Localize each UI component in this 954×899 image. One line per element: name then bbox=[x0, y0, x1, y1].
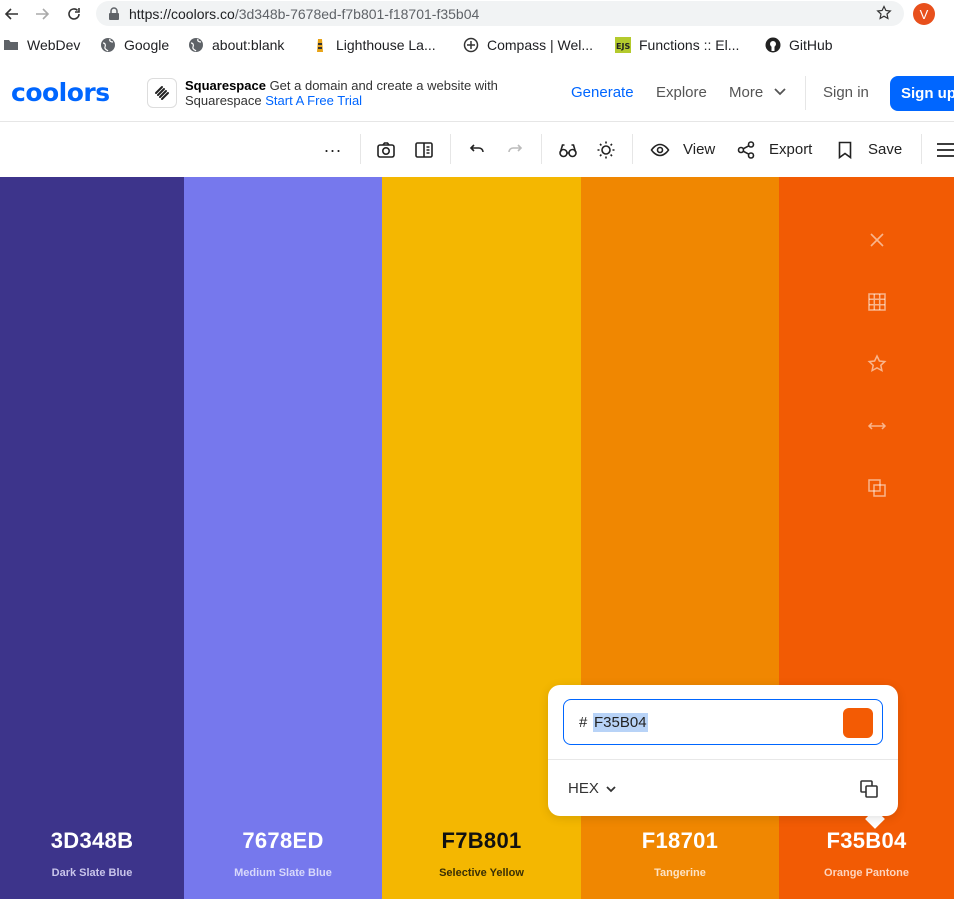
browser-toolbar: https://coolors.co/3d348b-7678ed-f7b801-… bbox=[0, 0, 954, 28]
nav-more[interactable]: More bbox=[729, 84, 787, 101]
svg-text:EJS: EJS bbox=[616, 42, 630, 51]
ad-text[interactable]: Squarespace Get a domain and create a we… bbox=[185, 78, 498, 108]
folder-icon bbox=[4, 40, 18, 50]
globe-icon bbox=[101, 38, 115, 52]
bookmark-ejs[interactable]: EJS Functions :: El... bbox=[615, 37, 739, 53]
copy-icon[interactable] bbox=[859, 779, 879, 799]
camera-icon[interactable] bbox=[376, 140, 396, 160]
palette-toolbar: ... View Export Save bbox=[0, 122, 954, 177]
ejs-icon: EJS bbox=[615, 37, 631, 53]
url-text: https://coolors.co/3d348b-7678ed-f7b801-… bbox=[129, 5, 480, 22]
color-name[interactable]: Tangerine bbox=[581, 867, 779, 879]
back-icon[interactable] bbox=[2, 4, 22, 24]
bookmark-lighthouse[interactable]: Lighthouse La... bbox=[312, 37, 436, 53]
bookmark-compass[interactable]: Compass | Wel... bbox=[463, 37, 593, 53]
compass-icon bbox=[463, 37, 479, 53]
color-name[interactable]: Selective Yellow bbox=[382, 867, 581, 879]
chevron-down-icon bbox=[606, 785, 616, 792]
color-mode-label: HEX bbox=[568, 780, 599, 797]
toolbar-divider bbox=[632, 134, 633, 164]
address-bar[interactable]: https://coolors.co/3d348b-7678ed-f7b801-… bbox=[96, 1, 904, 26]
color-name[interactable]: Dark Slate Blue bbox=[0, 867, 184, 879]
picker-divider bbox=[548, 759, 898, 760]
color-picker-popup: # F35B04 HEX bbox=[548, 685, 898, 816]
ad-cta-link[interactable]: Start A Free Trial bbox=[265, 93, 362, 108]
bookmark-about-blank[interactable]: about:blank bbox=[188, 37, 284, 53]
color-hex[interactable]: 3D348B bbox=[0, 828, 184, 854]
bookmark-webdev[interactable]: WebDev bbox=[3, 37, 80, 53]
close-icon[interactable] bbox=[867, 230, 891, 254]
eye-icon[interactable] bbox=[650, 140, 670, 160]
sun-icon[interactable] bbox=[596, 140, 616, 160]
color-hex[interactable]: 7678ED bbox=[184, 828, 382, 854]
profile-avatar[interactable]: V bbox=[913, 3, 935, 25]
lock-icon bbox=[109, 6, 119, 20]
lighthouse-icon bbox=[317, 39, 323, 52]
color-swatch[interactable]: 7678ED Medium Slate Blue bbox=[184, 177, 382, 899]
color-hex[interactable]: F7B801 bbox=[382, 828, 581, 854]
copy-icon[interactable] bbox=[867, 478, 891, 502]
toolbar-divider bbox=[541, 134, 542, 164]
grid-icon[interactable] bbox=[867, 292, 891, 316]
color-name[interactable]: Orange Pantone bbox=[779, 867, 954, 879]
bookmarks-bar: WebDev Google about:blank Lighthouse La.… bbox=[0, 33, 954, 59]
toolbar-divider bbox=[921, 134, 922, 164]
chevron-down-icon bbox=[774, 88, 786, 96]
bookmark-github[interactable]: GitHub bbox=[765, 37, 833, 53]
site-header: coolors Squarespace Get a domain and cre… bbox=[0, 64, 954, 122]
toolbar-divider bbox=[360, 134, 361, 164]
drag-arrows-icon[interactable] bbox=[867, 416, 891, 440]
view-panel-icon[interactable] bbox=[414, 140, 434, 160]
export-button[interactable]: Export bbox=[769, 141, 812, 158]
forward-icon[interactable] bbox=[32, 4, 52, 24]
nav-generate[interactable]: Generate bbox=[571, 84, 634, 101]
color-hex[interactable]: F18701 bbox=[581, 828, 779, 854]
bookmark-google[interactable]: Google bbox=[100, 37, 169, 53]
github-icon bbox=[765, 37, 781, 53]
bookmark-star-icon[interactable] bbox=[876, 5, 892, 21]
coolors-logo[interactable]: coolors bbox=[11, 80, 110, 105]
color-mode-select[interactable]: HEX bbox=[568, 780, 617, 797]
color-name[interactable]: Medium Slate Blue bbox=[184, 867, 382, 879]
undo-icon[interactable] bbox=[467, 140, 487, 160]
color-hex[interactable]: F35B04 bbox=[779, 828, 954, 854]
save-button[interactable]: Save bbox=[868, 141, 902, 158]
star-icon[interactable] bbox=[867, 354, 891, 378]
hex-input[interactable]: # F35B04 bbox=[563, 699, 883, 745]
nav-explore[interactable]: Explore bbox=[656, 84, 707, 101]
sign-in-link[interactable]: Sign in bbox=[823, 84, 869, 101]
reload-icon[interactable] bbox=[64, 4, 84, 24]
header-divider bbox=[805, 76, 806, 110]
squarespace-logo-icon[interactable] bbox=[147, 78, 177, 108]
sign-up-button[interactable]: Sign up bbox=[890, 76, 954, 111]
more-options-button[interactable]: ... bbox=[324, 136, 342, 157]
ad-title: Squarespace bbox=[185, 78, 266, 93]
nav-more-label: More bbox=[729, 84, 764, 101]
toolbar-divider bbox=[450, 134, 451, 164]
color-swatch[interactable]: 3D348B Dark Slate Blue bbox=[0, 177, 184, 899]
hex-input-value[interactable]: F35B04 bbox=[593, 713, 648, 732]
menu-icon[interactable] bbox=[936, 140, 954, 160]
color-preview-chip[interactable] bbox=[843, 708, 873, 738]
view-button[interactable]: View bbox=[683, 141, 715, 158]
globe-icon bbox=[189, 38, 203, 52]
share-icon[interactable] bbox=[736, 140, 756, 160]
redo-icon[interactable] bbox=[505, 140, 525, 160]
ad-body: Get a domain and create a website with bbox=[269, 78, 498, 93]
glasses-icon[interactable] bbox=[558, 140, 578, 160]
ad-brand: Squarespace bbox=[185, 93, 262, 108]
bookmark-icon[interactable] bbox=[835, 140, 855, 160]
hash-label: # bbox=[579, 714, 588, 731]
